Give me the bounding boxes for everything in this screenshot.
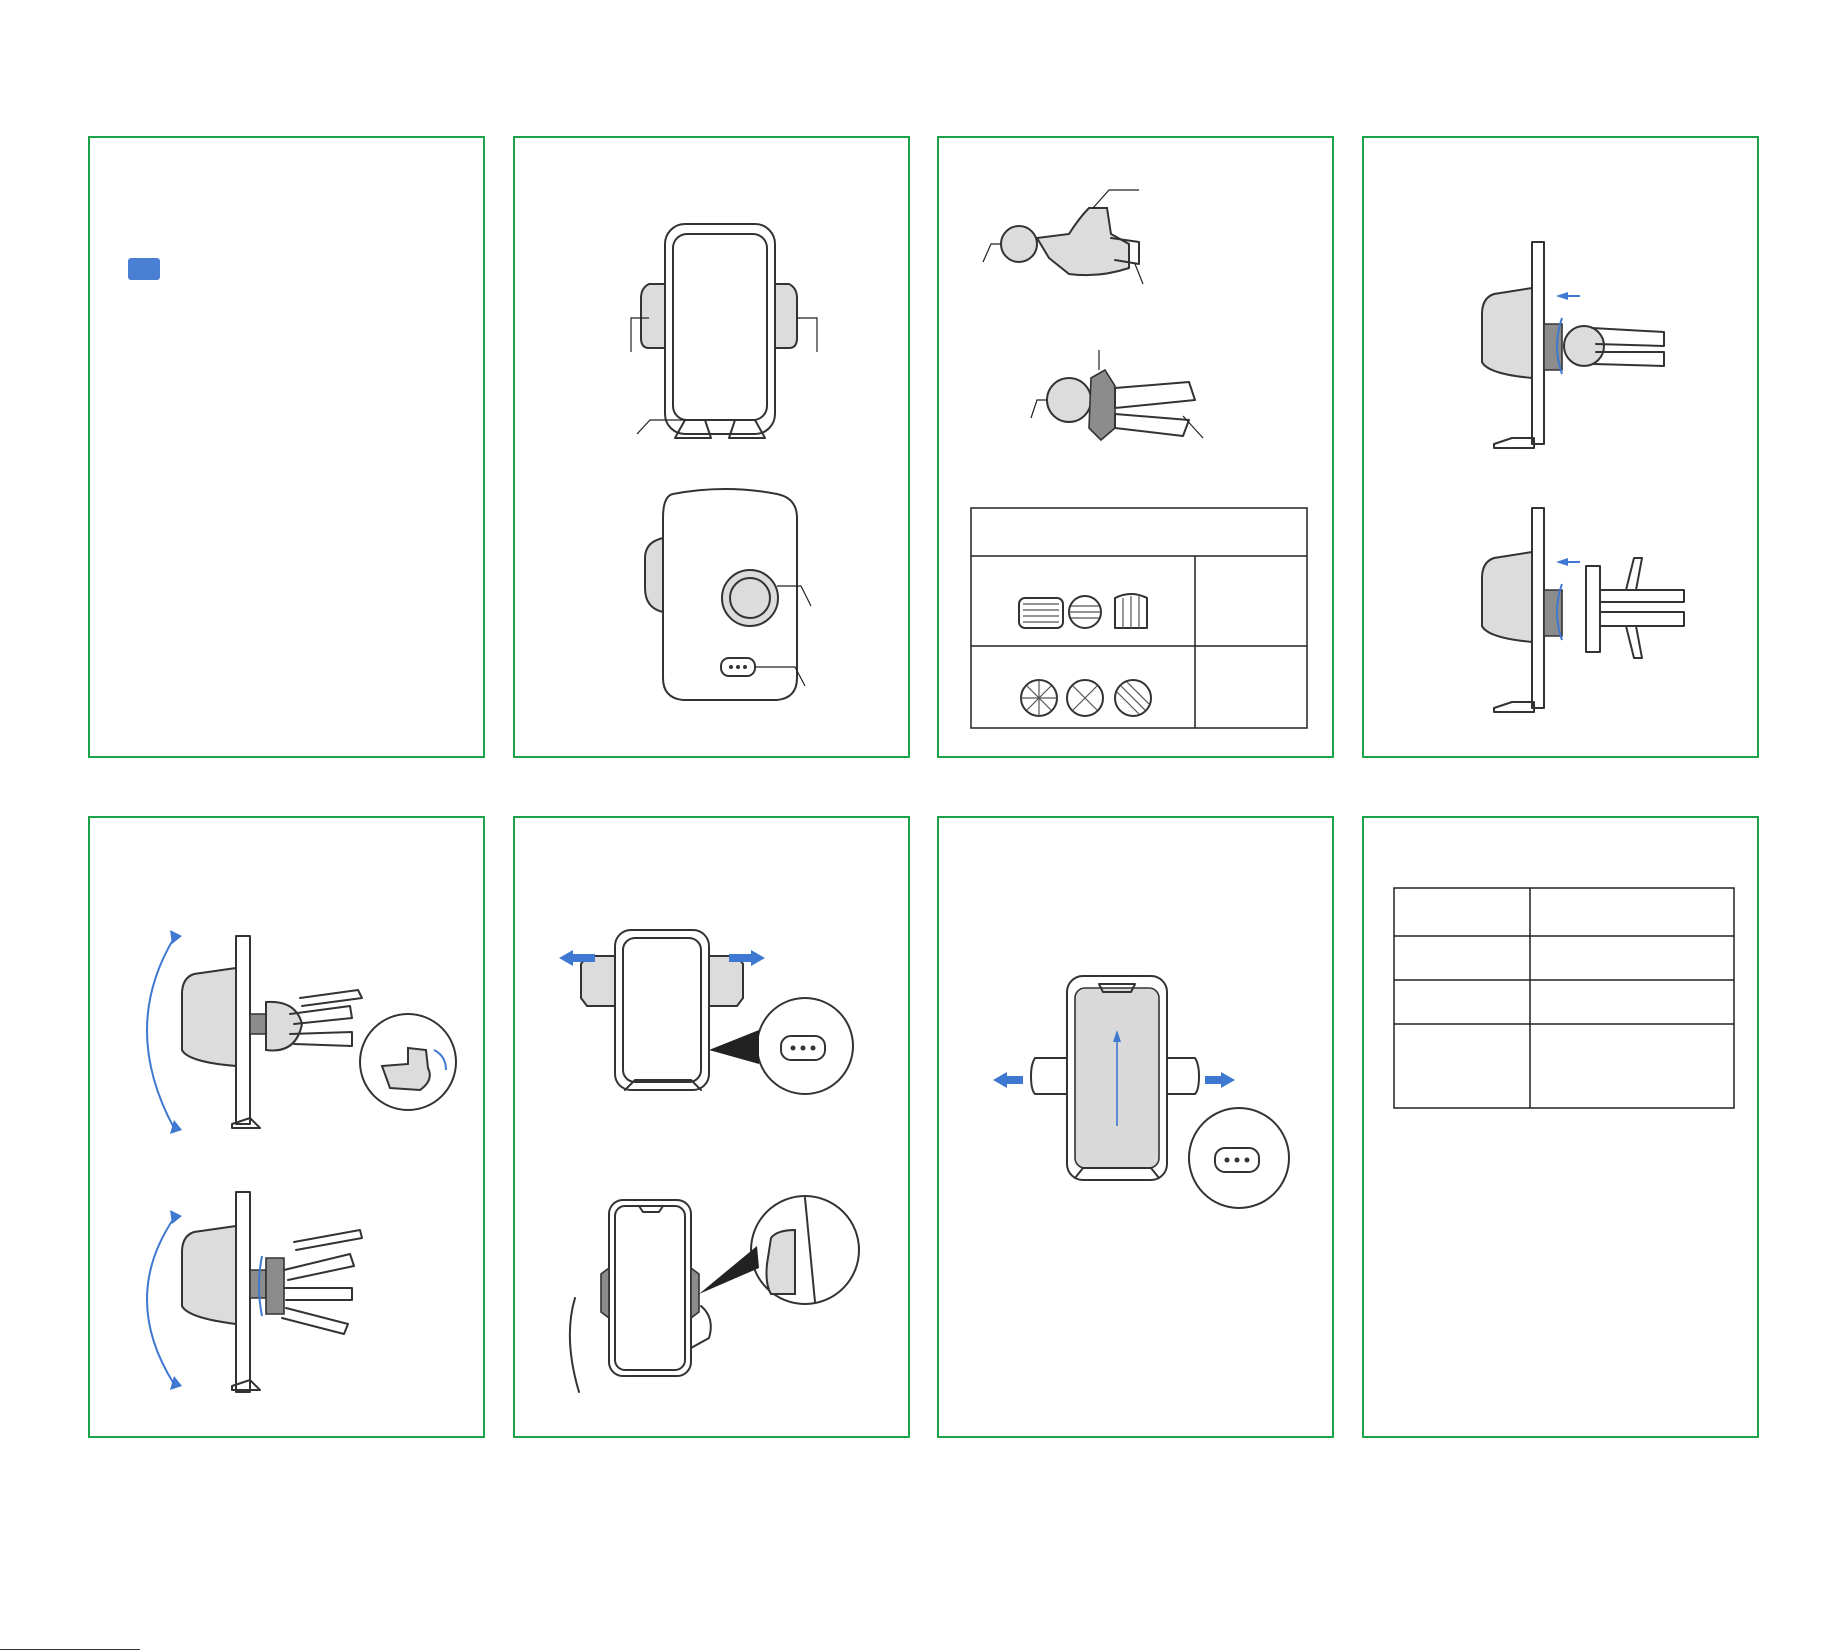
vent-clip-illustration — [970, 189, 1308, 729]
release-phone-illustration — [993, 975, 1290, 1209]
install-on-vent-illustration — [1481, 241, 1685, 713]
panel-open-arms — [513, 816, 910, 1438]
panel-parts-diagram — [513, 136, 910, 758]
panel-install-vent — [1362, 136, 1759, 758]
panel-specifications — [1362, 816, 1759, 1438]
panel-vent-clips — [937, 136, 1334, 758]
panel-adjust-angle — [88, 816, 485, 1438]
panel-cover — [88, 136, 485, 758]
holder-front-back-illustration — [630, 223, 818, 701]
section-badge — [128, 258, 160, 280]
adjust-angle-illustration — [146, 930, 457, 1393]
open-arms-illustration — [559, 929, 860, 1393]
panel-release-phone — [937, 816, 1334, 1438]
specifications-table — [1393, 887, 1735, 1109]
